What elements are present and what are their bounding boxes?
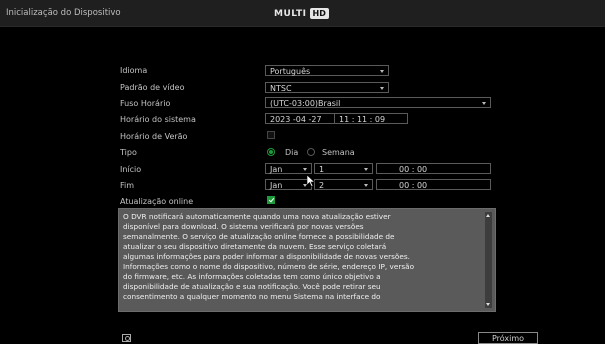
language-value: Português: [270, 67, 311, 76]
system-date-value: 2023 -04 -27: [270, 115, 322, 124]
mouse-cursor-icon: [307, 175, 315, 187]
update-notice-box[interactable]: O DVR notificará automaticamente quando …: [118, 208, 496, 312]
chevron-down-icon: [380, 87, 384, 90]
logo-badge: HD: [309, 8, 329, 19]
system-time-input[interactable]: 2023 -04 -27 11 : 11 : 09: [265, 113, 408, 124]
end-time-value: 00 : 00: [399, 181, 428, 190]
start-label: Início: [120, 165, 142, 174]
timezone-label: Fuso Horário: [120, 99, 171, 108]
notice-scrollbar[interactable]: [485, 212, 492, 308]
chevron-down-icon: [380, 70, 384, 73]
scroll-down-icon[interactable]: [486, 303, 490, 306]
update-notice-text: O DVR notificará automaticamente quando …: [123, 212, 485, 302]
type-radio-week[interactable]: [307, 148, 315, 156]
window-title: Inicialização do Dispositivo: [6, 8, 121, 18]
system-time-label: Horário do sistema: [120, 115, 196, 124]
next-button[interactable]: Próximo: [478, 332, 538, 344]
brand-logo: MULTI HD: [274, 8, 329, 19]
online-update-label: Atualização online: [120, 197, 194, 206]
dst-label: Horário de Verão: [120, 132, 188, 141]
type-label: Tipo: [120, 148, 137, 157]
notice-line: disponível para download. O sistema veri…: [123, 222, 364, 231]
scroll-up-icon[interactable]: [486, 214, 490, 217]
logo-text: MULTI: [274, 8, 307, 19]
end-label: Fim: [120, 181, 135, 190]
type-week-label: Semana: [322, 148, 355, 157]
notice-line: consentimento a qualquer momento no menu…: [123, 292, 381, 301]
start-day-value: 1: [319, 165, 325, 174]
notice-line: atualizar o seu dispositivo diretamente …: [123, 242, 387, 251]
notice-line: algumas informações para poder informar …: [123, 252, 410, 261]
divider: [334, 114, 335, 123]
dst-checkbox[interactable]: [267, 131, 275, 139]
notice-line: semanalmente. O serviço de atualização o…: [123, 232, 395, 241]
timezone-select[interactable]: (UTC-03:00)Brasil: [265, 97, 491, 108]
online-update-checkbox[interactable]: [267, 196, 275, 204]
qr-code-icon[interactable]: [122, 334, 131, 342]
end-day-select[interactable]: 2: [314, 179, 373, 190]
start-time-input[interactable]: 00 : 00: [376, 163, 491, 174]
notice-line: disponibilidade de atualização e sua not…: [123, 282, 381, 291]
end-month-value: Jan: [270, 181, 283, 190]
timezone-value: (UTC-03:00)Brasil: [270, 99, 341, 108]
notice-line: O DVR notificará automaticamente quando …: [123, 212, 391, 221]
end-day-value: 2: [319, 181, 325, 190]
notice-line: Informações como o nome do dispositivo, …: [123, 262, 415, 271]
language-select[interactable]: Português: [265, 65, 389, 76]
video-standard-select[interactable]: NTSC: [265, 82, 389, 93]
end-time-input[interactable]: 00 : 00: [376, 179, 491, 190]
start-month-value: Jan: [270, 165, 283, 174]
chevron-down-icon: [303, 168, 307, 171]
video-standard-value: NTSC: [270, 84, 292, 93]
video-standard-label: Padrão de vídeo: [120, 83, 185, 92]
start-time-value: 00 : 00: [399, 165, 428, 174]
notice-line: do firmware, etc. As informações coletad…: [123, 272, 381, 281]
end-month-select[interactable]: Jan: [265, 179, 312, 190]
chevron-down-icon: [364, 168, 368, 171]
chevron-down-icon: [482, 102, 486, 105]
type-day-label: Dia: [285, 148, 299, 157]
start-day-select[interactable]: 1: [314, 163, 373, 174]
start-month-select[interactable]: Jan: [265, 163, 312, 174]
title-bar: Inicialização do Dispositivo MULTI HD: [0, 0, 605, 27]
language-label: Idioma: [120, 66, 148, 75]
type-radio-day[interactable]: [267, 148, 275, 156]
system-clock-value: 11 : 11 : 09: [339, 115, 386, 124]
chevron-down-icon: [364, 184, 368, 187]
